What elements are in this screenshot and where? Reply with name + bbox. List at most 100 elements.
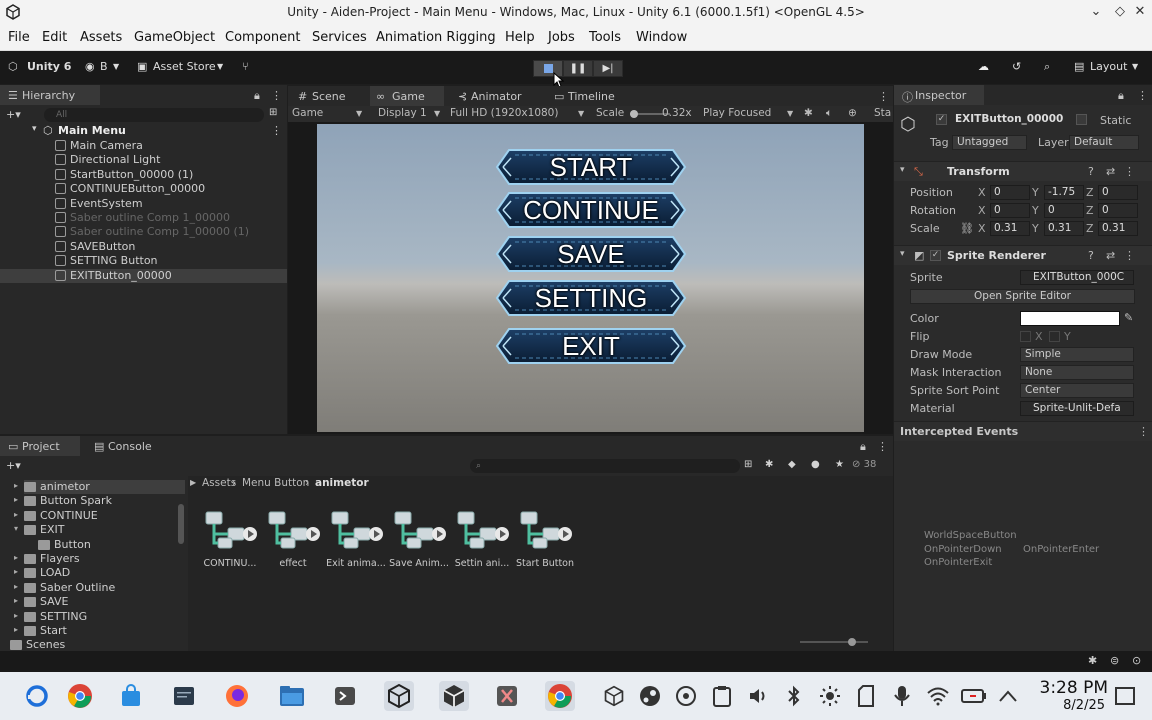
add-icon[interactable]: +▾ xyxy=(6,108,21,121)
hierarchy-search-input[interactable]: All xyxy=(44,108,264,122)
scale-x-field[interactable]: 0.31 xyxy=(990,221,1030,236)
lock-icon[interactable]: 🔒︎ xyxy=(1118,89,1124,103)
folder-item[interactable]: ▸ SAVE xyxy=(14,595,185,609)
asset-item[interactable]: CONTINU... xyxy=(198,508,262,569)
position-z-field[interactable]: 0 xyxy=(1098,185,1138,200)
sd-card-icon[interactable] xyxy=(851,681,881,711)
minimize-icon[interactable]: ⌄ xyxy=(1088,4,1104,20)
help-icon[interactable]: ? xyxy=(1088,249,1094,262)
enabled-checkbox[interactable]: ✓ xyxy=(930,250,941,261)
microphone-icon[interactable] xyxy=(887,681,917,711)
folder-item[interactable]: ▸ Button Spark xyxy=(14,494,185,508)
chrome-icon[interactable] xyxy=(65,681,95,711)
label-filter-icon[interactable]: ◆ xyxy=(788,459,796,470)
display-dropdown[interactable]: Display 1 xyxy=(378,107,427,119)
project-search-input[interactable]: ⌕ xyxy=(470,459,740,473)
more-icon[interactable]: ⋮ xyxy=(878,90,889,103)
hidden-packages-count[interactable]: ⊘ 38 xyxy=(852,459,876,470)
collab-icon[interactable]: ✱ xyxy=(1088,654,1097,667)
asset-item[interactable]: Start Button xyxy=(513,508,577,569)
tab-console[interactable]: Console xyxy=(108,440,152,453)
game-button-save[interactable]: SAVE xyxy=(495,235,687,273)
chevron-right-icon[interactable]: ▸ xyxy=(14,481,18,490)
tab-timeline[interactable]: Timeline xyxy=(568,90,615,103)
unity-editor-icon[interactable] xyxy=(439,681,469,711)
unity-hub-icon[interactable] xyxy=(384,681,414,711)
account-button[interactable]: B xyxy=(100,60,108,73)
unity-cloud-icon[interactable]: ⬡ xyxy=(8,60,18,73)
menu-help[interactable]: Help xyxy=(505,30,535,45)
favorite-icon[interactable]: ★ xyxy=(835,459,844,470)
folder-item[interactable]: ▸ CONTINUE xyxy=(14,509,185,523)
hierarchy-item[interactable]: SAVEButton xyxy=(0,240,287,254)
transform-header[interactable]: ▾ ⤡ Transform ? ⇄ ⋮ xyxy=(894,161,1152,181)
more-icon[interactable]: ⋮ xyxy=(271,89,282,102)
chevron-right-icon[interactable]: ▸ xyxy=(14,567,18,576)
hierarchy-item[interactable]: Directional Light xyxy=(0,153,287,167)
terminal-icon[interactable] xyxy=(169,681,199,711)
add-icon[interactable]: +▾ xyxy=(6,459,21,472)
scale-slider-handle[interactable] xyxy=(630,110,638,118)
volume-icon[interactable] xyxy=(743,681,773,711)
tab-hierarchy[interactable]: ☰ Hierarchy xyxy=(0,85,100,105)
chevron-right-icon[interactable]: ▸ xyxy=(14,495,18,504)
game-button-continue[interactable]: CONTINUE xyxy=(495,191,687,229)
history-icon[interactable]: ↺ xyxy=(1012,60,1021,73)
menu-assets[interactable]: Assets xyxy=(80,30,122,45)
rotation-y-field[interactable]: 0 xyxy=(1044,203,1084,218)
warning-icon[interactable]: ● xyxy=(811,459,820,470)
audio-icon[interactable]: 🔈︎ xyxy=(826,107,832,120)
color-swatch[interactable] xyxy=(1020,311,1120,326)
tab-scene[interactable]: Scene xyxy=(312,90,346,103)
chevron-right-icon[interactable]: ▸ xyxy=(14,510,18,519)
start-menu-icon[interactable] xyxy=(22,681,52,711)
folder-item[interactable]: ▾ EXIT xyxy=(14,523,185,537)
maximize-icon[interactable]: ◇ xyxy=(1112,4,1128,20)
more-icon[interactable]: ⋮ xyxy=(1138,425,1149,438)
progress-icon[interactable]: ⊙ xyxy=(1132,654,1141,667)
folder-item[interactable]: ▸ SETTING xyxy=(14,610,185,624)
clock[interactable]: 3:28 PM 8/2/25 xyxy=(1028,678,1109,714)
preset-icon[interactable]: ⇄ xyxy=(1106,165,1115,178)
more-icon[interactable]: ⋮ xyxy=(1137,89,1148,102)
chevron-right-icon[interactable]: ▸ xyxy=(14,596,18,605)
tree-scrollbar[interactable] xyxy=(178,504,184,544)
network-manager-icon[interactable] xyxy=(671,681,701,711)
sprite-renderer-header[interactable]: ▾ ◩ ✓ Sprite Renderer ? ⇄ ⋮ xyxy=(894,245,1152,265)
link-icon[interactable]: ⛓ xyxy=(960,222,974,235)
xournal-icon[interactable] xyxy=(492,681,522,711)
more-icon[interactable]: ⋮ xyxy=(1124,249,1135,262)
tab-animator[interactable]: Animator xyxy=(471,90,522,103)
active-checkbox[interactable]: ✓ xyxy=(936,114,947,125)
menu-services[interactable]: Services xyxy=(312,30,367,45)
sprite-field[interactable]: EXITButton_000C xyxy=(1020,270,1134,285)
static-checkbox[interactable] xyxy=(1076,114,1087,125)
folder-item[interactable]: Button xyxy=(38,538,185,552)
asset-item[interactable]: Settin ani... xyxy=(450,508,514,569)
play-focused-dropdown[interactable]: Play Focused xyxy=(703,107,771,119)
scene-search-icon[interactable]: ⊞ xyxy=(744,459,752,470)
clipboard-icon[interactable] xyxy=(707,681,737,711)
more-icon[interactable]: ⋮ xyxy=(877,440,888,453)
flip-x-checkbox[interactable] xyxy=(1020,331,1031,342)
intercepted-events-header[interactable]: Intercepted Events ⋮ xyxy=(894,421,1152,441)
asset-item[interactable]: Save Anim... xyxy=(387,508,451,569)
asset-item[interactable]: Exit anima... xyxy=(324,508,388,569)
unity-tray-icon[interactable] xyxy=(599,681,629,711)
game-button-exit[interactable]: EXIT xyxy=(495,327,687,365)
object-name-field[interactable]: EXITButton_00000 xyxy=(952,113,1072,128)
flip-y-checkbox[interactable] xyxy=(1049,331,1060,342)
folder-item[interactable]: ▸ LOAD xyxy=(14,566,185,580)
folder-item[interactable]: ▸ animetor xyxy=(14,480,185,494)
menu-tools[interactable]: Tools xyxy=(589,30,621,45)
game-button-setting[interactable]: SETTING xyxy=(495,279,687,317)
more-icon[interactable]: ⋮ xyxy=(271,124,282,137)
bluetooth-icon[interactable] xyxy=(779,681,809,711)
menu-file[interactable]: File xyxy=(8,30,30,45)
scale-z-field[interactable]: 0.31 xyxy=(1098,221,1138,236)
tab-game[interactable]: ∞ Game xyxy=(370,86,444,106)
folder-item[interactable]: ▸ Start xyxy=(14,624,185,638)
search-icon[interactable]: ⌕ xyxy=(1044,60,1050,74)
firefox-icon[interactable] xyxy=(222,681,252,711)
show-desktop-icon[interactable] xyxy=(1110,681,1140,711)
